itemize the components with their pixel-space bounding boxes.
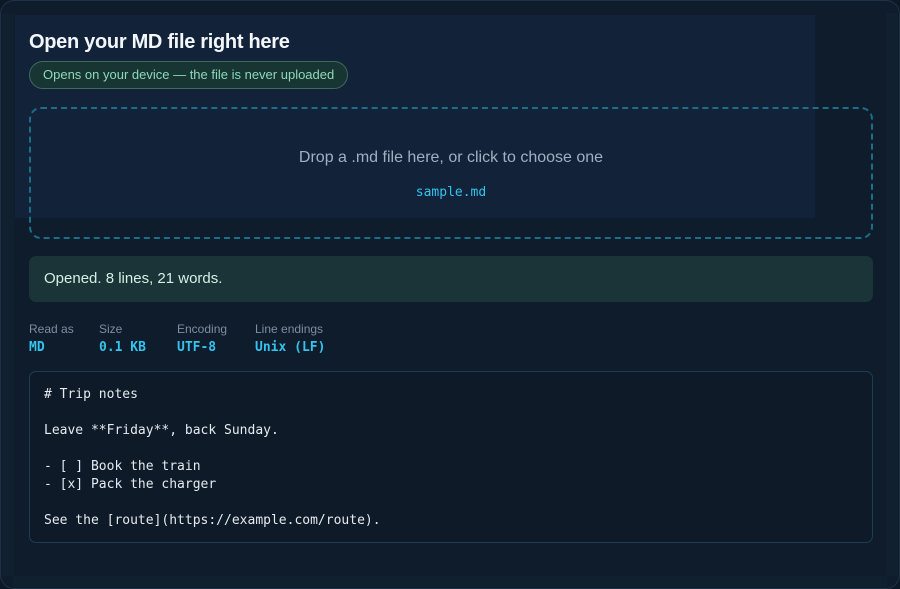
selected-filename: sample.md	[415, 185, 487, 200]
meta-line-endings: Line endings Unix (LF)	[255, 322, 325, 355]
window-edge-right	[886, 13, 898, 576]
privacy-badge: Opens on your device — the file is never…	[29, 61, 349, 89]
meta-size: Size 0.1 KB	[99, 322, 146, 355]
meta-read-as: Read as MD	[29, 322, 74, 355]
dropzone-prompt: Drop a .md file here, or click to choose…	[298, 149, 604, 166]
meta-label: Size	[99, 322, 123, 336]
meta-value: Unix (LF)	[255, 340, 326, 355]
meta-label: Line endings	[255, 322, 324, 336]
file-dropzone[interactable]: Drop a .md file here, or click to choose…	[29, 107, 873, 239]
status-message: Opened. 8 lines, 21 words.	[29, 256, 873, 302]
file-preview-content: # Trip notes Leave **Friday**, back Sund…	[44, 387, 381, 528]
window-edge-bottom	[13, 575, 887, 587]
page-title: Open your MD file right here	[29, 31, 290, 53]
meta-label: Read as	[29, 322, 74, 336]
meta-value: MD	[29, 340, 45, 355]
file-preview[interactable]: # Trip notes Leave **Friday**, back Sund…	[29, 371, 873, 543]
app-window: Open your MD file right here Opens on yo…	[0, 0, 900, 589]
window-edge-left	[2, 13, 14, 576]
meta-encoding: Encoding UTF-8	[177, 322, 227, 355]
meta-value: UTF-8	[177, 340, 217, 355]
meta-value: 0.1 KB	[99, 340, 146, 355]
meta-label: Encoding	[177, 322, 228, 336]
